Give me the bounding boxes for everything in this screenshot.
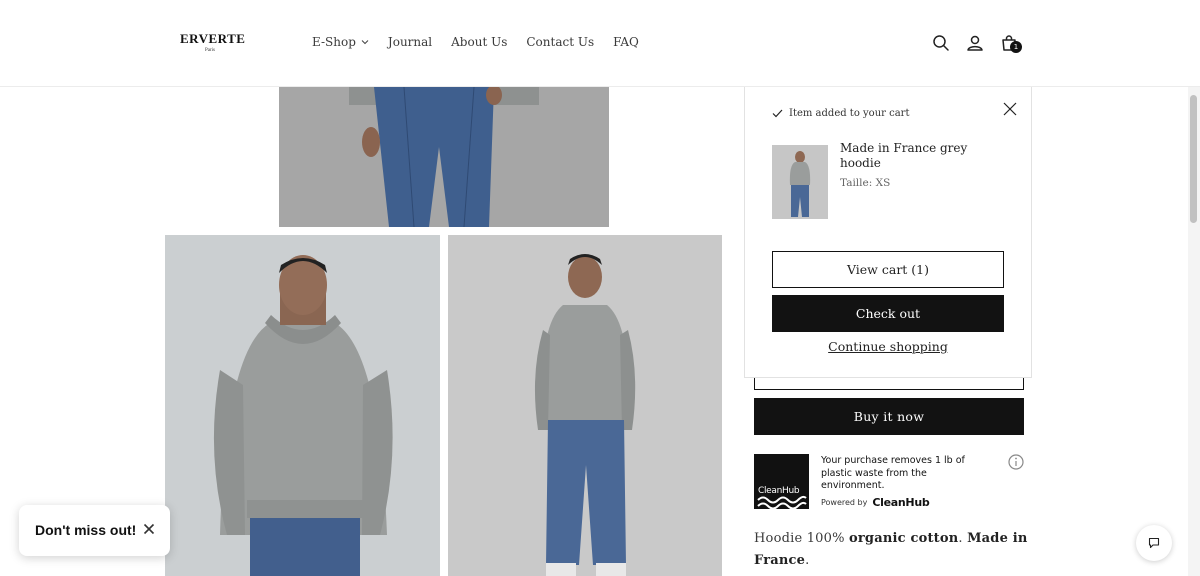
nav-label: E-Shop [312, 35, 356, 49]
logo-wordmark: ERVERTE [180, 31, 246, 46]
info-icon[interactable] [1008, 454, 1024, 470]
chat-button[interactable] [1136, 525, 1172, 561]
main-nav: E-Shop Journal About Us Contact Us FAQ [312, 35, 658, 49]
cleanhub-powered-by: Powered by CleanHub [821, 496, 930, 509]
buy-now-button[interactable]: Buy it now [754, 398, 1024, 435]
description-bold: organic cotton [849, 531, 959, 546]
view-cart-button[interactable]: View cart (1) [772, 251, 1004, 288]
nav-label: Contact Us [526, 35, 595, 49]
nav-label: About Us [451, 35, 508, 49]
nav-label: Journal [387, 35, 433, 49]
nav-item-eshop[interactable]: E-Shop [312, 35, 369, 49]
cleanhub-logo: CleanHub [754, 454, 809, 509]
checkmark-icon [772, 109, 783, 118]
search-icon[interactable] [931, 33, 951, 53]
checkout-button[interactable]: Check out [772, 295, 1004, 332]
nav-label: FAQ [613, 35, 639, 49]
powered-by-label: Powered by [821, 498, 868, 507]
description-text: . [958, 531, 968, 546]
cleanhub-message: Your purchase removes 1 lb of plastic wa… [821, 455, 965, 491]
description-text: Hoodie 100% [754, 531, 849, 546]
cleanhub-logo-text: CleanHub [758, 486, 800, 496]
site-header: ERVERTE Paris E-Shop Journal About Us Co… [0, 0, 1200, 87]
chat-icon [1148, 537, 1160, 549]
chevron-down-icon [361, 40, 369, 45]
account-icon[interactable] [965, 33, 985, 53]
cleanhub-brand: CleanHub [872, 496, 930, 509]
nav-item-contact[interactable]: Contact Us [526, 35, 594, 49]
added-confirmation: Item added to your cart [772, 108, 909, 119]
cart-item-variant: Taille: XS [840, 177, 891, 189]
page-scrollbar[interactable] [1188, 87, 1200, 576]
dont-miss-out-popup[interactable]: Don't miss out! [19, 505, 170, 556]
close-icon[interactable] [1003, 102, 1017, 116]
product-image-front[interactable] [165, 235, 440, 576]
cart-count-badge: 1 [1010, 41, 1022, 53]
product-image-full-body[interactable] [448, 235, 722, 576]
added-message: Item added to your cart [789, 108, 910, 119]
brand-logo[interactable]: ERVERTE Paris [180, 31, 246, 53]
nav-item-about[interactable]: About Us [451, 35, 507, 49]
description-text: . [805, 553, 810, 568]
dont-miss-out-text: Don't miss out! [35, 522, 137, 538]
product-image-lower-body[interactable] [279, 87, 609, 227]
cart-item-thumbnail [772, 145, 828, 219]
cart-item-name: Made in France grey hoodie [840, 141, 968, 170]
logo-subtitle: Paris [205, 48, 215, 53]
scrollbar-thumb[interactable] [1190, 95, 1197, 223]
nav-item-journal[interactable]: Journal [388, 35, 432, 49]
product-description: Hoodie 100% organic cotton. Made in Fran… [754, 528, 1044, 572]
close-icon[interactable] [143, 523, 155, 535]
nav-item-faq[interactable]: FAQ [613, 35, 639, 49]
continue-shopping-link[interactable]: Continue shopping [772, 339, 1004, 354]
cart-notification: Item added to your cart Made in France g… [744, 87, 1032, 378]
